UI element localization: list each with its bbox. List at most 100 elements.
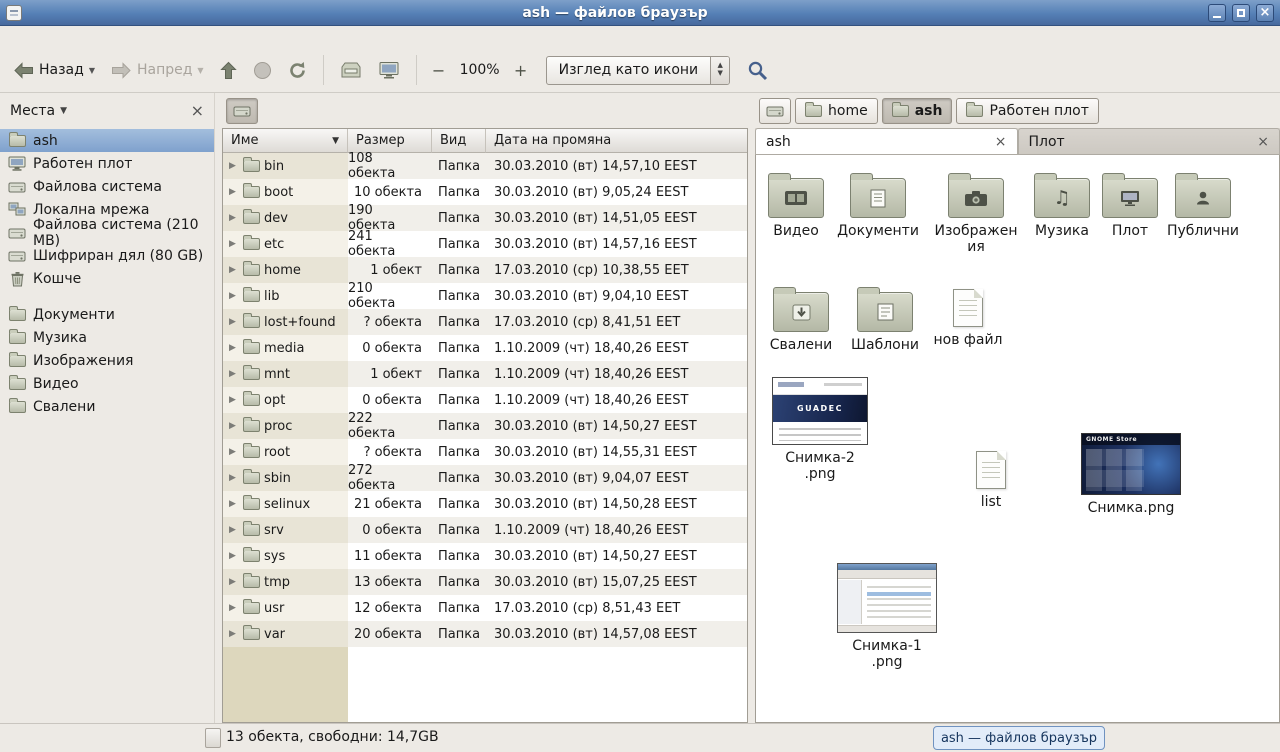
table-row[interactable]: ▶ root ? обекта Папка 30.03.2010 (вт) 14… <box>223 439 747 465</box>
table-row[interactable]: ▶ sbin 272 обекта Папка 30.03.2010 (вт) … <box>223 465 747 491</box>
menu-item[interactable] <box>6 36 26 38</box>
table-row[interactable]: ▶ proc 222 обекта Папка 30.03.2010 (вт) … <box>223 413 747 439</box>
tab-close-icon[interactable]: × <box>995 135 1007 149</box>
sidebar-item[interactable]: Видео <box>0 372 214 395</box>
column-header-type[interactable]: Вид <box>432 129 486 153</box>
file-item-documents[interactable]: Документи <box>838 171 918 239</box>
file-item-snimka-2[interactable]: GUADEC Снимка-2.png <box>770 377 870 482</box>
column-header-size[interactable]: Размер <box>348 129 432 153</box>
back-button[interactable]: Назад ▼ <box>6 52 102 88</box>
menu-item[interactable] <box>106 36 126 38</box>
breadcrumb-filesystem-button[interactable] <box>226 98 258 124</box>
breadcrumb-desktop-button[interactable]: Работен плот <box>956 98 1098 124</box>
chevron-down-icon[interactable]: ▼ <box>60 106 67 116</box>
column-header-name[interactable]: Име ▼ <box>223 129 348 153</box>
table-row[interactable]: ▶ boot 10 обекта Папка 30.03.2010 (вт) 9… <box>223 179 747 205</box>
reload-button[interactable] <box>281 52 314 88</box>
expander-icon[interactable]: ▶ <box>229 603 239 613</box>
zoom-out-button[interactable]: − <box>426 57 452 83</box>
sidebar-item[interactable]: Работен плот <box>0 152 214 175</box>
maximize-button[interactable] <box>1232 4 1250 22</box>
up-button[interactable] <box>213 52 244 88</box>
table-row[interactable]: ▶ media 0 обекта Папка 1.10.2009 (чт) 18… <box>223 335 747 361</box>
sidebar-item[interactable]: Документи <box>0 303 214 326</box>
table-row[interactable]: ▶ home 1 обект Папка 17.03.2010 (ср) 10,… <box>223 257 747 283</box>
expander-icon[interactable]: ▶ <box>229 239 239 249</box>
minimize-button[interactable] <box>1208 4 1226 22</box>
sidebar-close-button[interactable]: × <box>191 103 204 119</box>
menu-item[interactable] <box>26 36 46 38</box>
sidebar-header[interactable]: Места ▼ × <box>0 93 214 129</box>
table-row[interactable]: ▶ bin 108 обекта Папка 30.03.2010 (вт) 1… <box>223 153 747 179</box>
table-row[interactable]: ▶ opt 0 обекта Папка 1.10.2009 (чт) 18,4… <box>223 387 747 413</box>
menu-item[interactable] <box>46 36 66 38</box>
sidebar-item[interactable]: Изображения <box>0 349 214 372</box>
search-button[interactable] <box>740 52 775 88</box>
table-row[interactable]: ▶ sys 11 обекта Папка 30.03.2010 (вт) 14… <box>223 543 747 569</box>
file-item-snimka-1[interactable]: Снимка-1.png <box>837 563 937 670</box>
breadcrumb-home-button[interactable]: home <box>795 98 878 124</box>
expander-icon[interactable]: ▶ <box>229 291 239 301</box>
table-row[interactable]: ▶ mnt 1 обект Папка 1.10.2009 (чт) 18,40… <box>223 361 747 387</box>
expander-icon[interactable]: ▶ <box>229 369 239 379</box>
expander-icon[interactable]: ▶ <box>229 265 239 275</box>
stop-button[interactable] <box>246 52 279 88</box>
expander-icon[interactable]: ▶ <box>229 317 239 327</box>
zoom-in-button[interactable]: + <box>508 57 534 83</box>
file-item-list[interactable]: list <box>951 447 1031 510</box>
expander-icon[interactable]: ▶ <box>229 447 239 457</box>
titlebar[interactable]: ash — файлов браузър × <box>0 0 1280 26</box>
menu-item[interactable] <box>86 36 106 38</box>
expander-icon[interactable]: ▶ <box>229 551 239 561</box>
table-row[interactable]: ▶ srv 0 обекта Папка 1.10.2009 (чт) 18,4… <box>223 517 747 543</box>
file-item-images[interactable]: Изображения <box>931 171 1021 255</box>
expander-icon[interactable]: ▶ <box>229 161 239 171</box>
sidebar-item[interactable]: Свалени <box>0 395 214 418</box>
expander-icon[interactable]: ▶ <box>229 395 239 405</box>
breadcrumb-filesystem-button[interactable] <box>759 98 791 124</box>
tab-plot[interactable]: Плот × <box>1018 128 1280 154</box>
table-row[interactable]: ▶ etc 241 обекта Папка 30.03.2010 (вт) 1… <box>223 231 747 257</box>
expander-icon[interactable]: ▶ <box>229 499 239 509</box>
file-item-desktop-folder[interactable]: Плот <box>1090 171 1170 239</box>
table-row[interactable]: ▶ tmp 13 обекта Папка 30.03.2010 (вт) 15… <box>223 569 747 595</box>
sidebar-item[interactable]: Музика <box>0 326 214 349</box>
tab-close-icon[interactable]: × <box>1257 135 1269 149</box>
column-header-date[interactable]: Дата на промяна <box>486 129 747 153</box>
back-history-chevron-icon[interactable]: ▼ <box>89 66 95 75</box>
table-row[interactable]: ▶ selinux 21 обекта Папка 30.03.2010 (вт… <box>223 491 747 517</box>
pane-splitter[interactable] <box>748 93 755 723</box>
file-item-snimka[interactable]: GNOME Store Снимка.png <box>1076 433 1186 516</box>
view-mode-select[interactable]: Изглед като икони ▲▼ <box>546 56 731 85</box>
sidebar-item[interactable]: Шифриран дял (80 GB) <box>0 244 214 267</box>
home-button[interactable] <box>333 52 369 88</box>
sidebar-item[interactable]: Файлова система (210 MB) <box>0 221 214 244</box>
menu-item[interactable] <box>66 36 86 38</box>
table-row[interactable]: ▶ var 20 обекта Папка 30.03.2010 (вт) 14… <box>223 621 747 647</box>
icon-view[interactable]: Видео Документи <box>755 155 1280 723</box>
expander-icon[interactable]: ▶ <box>229 577 239 587</box>
table-row[interactable]: ▶ lib 210 обекта Папка 30.03.2010 (вт) 9… <box>223 283 747 309</box>
pane-grip[interactable] <box>205 728 221 748</box>
file-item-new-file[interactable]: нов файл <box>926 285 1010 348</box>
computer-button[interactable] <box>371 52 407 88</box>
table-row[interactable]: ▶ lost+found ? обекта Папка 17.03.2010 (… <box>223 309 747 335</box>
taskbar-window-button[interactable]: ash — файлов браузър <box>933 726 1105 750</box>
file-item-public[interactable]: Публични <box>1161 171 1245 239</box>
expander-icon[interactable]: ▶ <box>229 525 239 535</box>
sidebar-item[interactable]: ash <box>0 129 214 152</box>
close-button[interactable]: × <box>1256 4 1274 22</box>
sidebar-item[interactable]: Кошче <box>0 267 214 290</box>
expander-icon[interactable]: ▶ <box>229 629 239 639</box>
expander-icon[interactable]: ▶ <box>229 421 239 431</box>
forward-button[interactable]: Напред ▼ <box>104 52 211 88</box>
file-item-downloads[interactable]: Свалени <box>761 285 841 353</box>
expander-icon[interactable]: ▶ <box>229 187 239 197</box>
breadcrumb-ash-button[interactable]: ash <box>882 98 953 124</box>
expander-icon[interactable]: ▶ <box>229 343 239 353</box>
expander-icon[interactable]: ▶ <box>229 473 239 483</box>
sidebar-item[interactable]: Файлова система <box>0 175 214 198</box>
table-row[interactable]: ▶ dev 190 обекта Папка 30.03.2010 (вт) 1… <box>223 205 747 231</box>
pane-splitter[interactable] <box>215 93 222 723</box>
file-item-templates[interactable]: Шаблони <box>845 285 925 353</box>
